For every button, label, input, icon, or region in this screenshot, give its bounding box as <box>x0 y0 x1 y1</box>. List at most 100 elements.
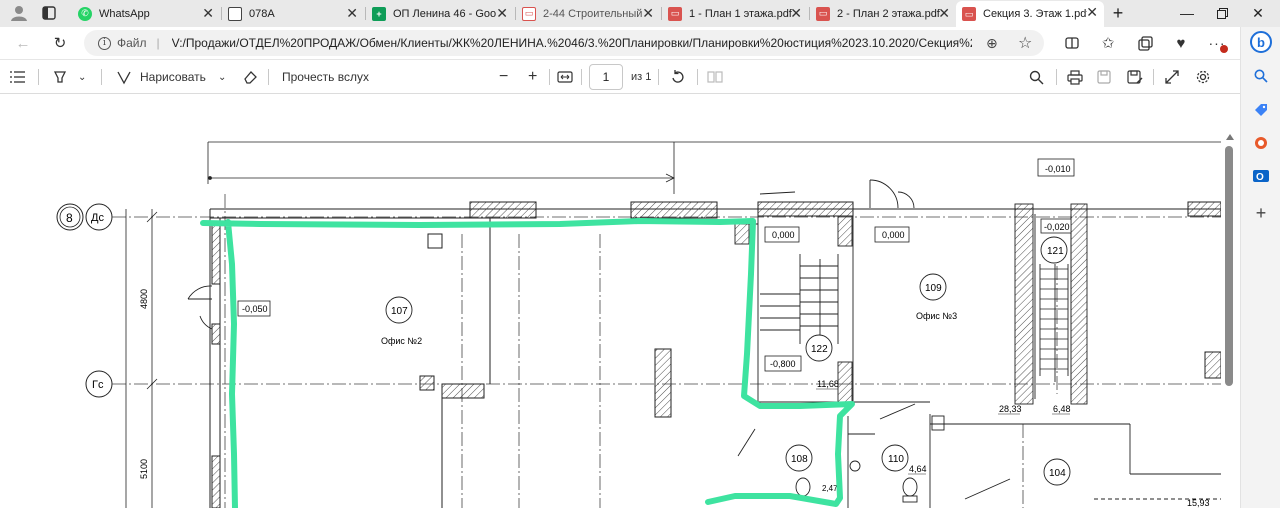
close-icon[interactable]: ✕ <box>642 5 654 21</box>
vertical-scrollbar[interactable] <box>1221 94 1240 508</box>
scroll-thumb[interactable] <box>1225 146 1233 386</box>
room-109-name: Офис №3 <box>916 311 957 321</box>
tab-2-44[interactable]: ▭ 2-44 Строительный ✕ <box>516 2 660 25</box>
area-121: 6,48 <box>1053 404 1071 414</box>
area-110: 4,64 <box>909 464 927 474</box>
office-icon[interactable] <box>1250 132 1272 154</box>
rotate-icon[interactable] <box>670 68 686 86</box>
pdf-toolbar: ⌄ Нарисовать ⌄ Прочесть вслух − + 1 из 1 <box>0 59 1240 94</box>
navigation-bar: ← ↻ i Файл | V:/Продажи/ОТДЕЛ%20ПРОДАЖ/О… <box>0 27 1240 59</box>
tag-icon[interactable] <box>1250 99 1272 121</box>
workspaces-icon[interactable] <box>38 3 60 23</box>
draw-label: Нарисовать <box>140 70 206 84</box>
split-screen-icon[interactable] <box>1061 33 1083 53</box>
refresh-icon[interactable]: ↻ <box>49 33 71 53</box>
search-icon[interactable] <box>1029 68 1044 86</box>
tab-plan-1[interactable]: ▭ 1 - План 1 этажа.pdf ✕ <box>662 2 808 25</box>
tab-label: WhatsApp <box>99 7 150 20</box>
document-icon <box>228 6 242 21</box>
chevron-down-icon[interactable]: ⌄ <box>78 68 86 86</box>
sheets-icon: + <box>372 6 386 21</box>
svg-text:O: O <box>1256 172 1264 183</box>
browser-essentials-icon[interactable]: ♥ <box>1170 33 1192 53</box>
tab-label: 2-44 Строительный <box>543 7 643 20</box>
print-icon[interactable] <box>1067 68 1083 86</box>
area-108: 2,47 <box>822 484 838 493</box>
new-tab-icon[interactable]: + <box>1107 3 1129 23</box>
tab-label: 078A <box>249 7 275 20</box>
search-icon[interactable] <box>1250 65 1272 87</box>
tab-label: 2 - План 2 этажа.pdf <box>837 7 940 20</box>
close-icon[interactable]: ✕ <box>202 5 214 21</box>
save-icon[interactable] <box>1097 68 1111 86</box>
fullscreen-icon[interactable] <box>1165 68 1179 86</box>
settings-gear-icon[interactable] <box>1195 68 1211 86</box>
scroll-up-icon[interactable] <box>1226 134 1234 140</box>
close-icon[interactable]: ✕ <box>790 5 802 21</box>
freehand-highlight[interactable] <box>200 218 855 508</box>
back-icon[interactable]: ← <box>12 33 34 53</box>
page-view-icon[interactable] <box>707 68 723 86</box>
add-icon[interactable]: + <box>1250 202 1272 224</box>
favorites-icon[interactable]: ✩ <box>1097 33 1119 53</box>
zoom-in-icon[interactable]: + <box>528 68 537 86</box>
tab-whatsapp[interactable]: ✆ WhatsApp ✕ <box>72 2 220 25</box>
chevron-down-icon[interactable]: ⌄ <box>218 68 226 86</box>
more-menu-icon[interactable]: ··· <box>1206 33 1228 53</box>
contents-icon[interactable] <box>10 68 26 86</box>
read-aloud-label: Прочесть вслух <box>282 70 369 84</box>
fit-width-icon[interactable] <box>557 68 573 86</box>
axis-markers: 8 Дс Гс <box>56 203 113 398</box>
tab-label: Секция 3. Этаж 1.pdf <box>983 8 1087 20</box>
pdf-viewer[interactable]: 8 Дс Гс 4800 5100 -0,050 0,000 0,000 -0,… <box>0 94 1221 508</box>
address-bar[interactable]: i Файл | V:/Продажи/ОТДЕЛ%20ПРОДАЖ/Обмен… <box>84 30 1044 56</box>
info-icon[interactable]: i <box>98 36 111 50</box>
axis-gs-label: Гс <box>92 379 104 391</box>
level-m0800: -0,800 <box>770 359 796 369</box>
profile-avatar-icon[interactable] <box>8 3 30 23</box>
collections-icon[interactable] <box>1134 33 1156 53</box>
pdf-icon: ▭ <box>522 6 536 21</box>
tab-op-lenina[interactable]: + ОП Ленина 46 - Goo ✕ <box>366 2 514 25</box>
close-window-icon[interactable]: ✕ <box>1243 4 1273 22</box>
minimize-icon[interactable]: — <box>1172 4 1202 22</box>
close-icon[interactable]: ✕ <box>1086 4 1098 20</box>
tab-078a[interactable]: 078A ✕ <box>222 2 364 25</box>
tab-section-3[interactable]: ▭ Секция 3. Этаж 1.pdf ✕ <box>956 1 1104 27</box>
highlight-icon[interactable] <box>52 68 68 86</box>
tab-label: 1 - План 1 этажа.pdf <box>689 7 792 20</box>
room-104-number: 104 <box>1049 468 1066 479</box>
restore-icon[interactable] <box>1207 4 1237 22</box>
area-109: 28,33 <box>999 404 1022 414</box>
close-icon[interactable]: ✕ <box>938 5 950 21</box>
save-as-icon[interactable] <box>1127 68 1143 86</box>
tab-strip: ✆ WhatsApp ✕ 078A ✕ + ОП Ленина 46 - Goo… <box>0 0 1280 27</box>
tab-plan-2[interactable]: ▭ 2 - План 2 этажа.pdf ✕ <box>810 2 956 25</box>
room-107-number: 107 <box>391 306 408 317</box>
pdf-icon: ▭ <box>668 6 682 21</box>
draw-button[interactable]: Нарисовать <box>116 68 206 86</box>
area-104: 15,93 <box>1187 498 1210 508</box>
favorite-star-icon[interactable]: ☆ <box>1018 33 1032 53</box>
read-aloud-button[interactable]: Прочесть вслух <box>282 68 369 86</box>
zoom-icon[interactable]: ⊕ <box>986 35 998 52</box>
eraser-icon[interactable] <box>242 68 258 86</box>
room-121-number: 121 <box>1047 246 1064 257</box>
page-number-input[interactable]: 1 <box>589 64 623 90</box>
close-icon[interactable]: ✕ <box>496 5 508 21</box>
outlook-icon[interactable]: O <box>1250 165 1272 187</box>
copilot-icon[interactable]: b <box>1250 31 1272 53</box>
level-0000-a: 0,000 <box>772 230 795 240</box>
pdf-icon: ▭ <box>816 6 830 21</box>
zoom-out-icon[interactable]: − <box>499 68 508 86</box>
close-icon[interactable]: ✕ <box>346 5 358 21</box>
edge-sidebar: b O + <box>1240 27 1280 508</box>
room-107-name: Офис №2 <box>381 336 422 346</box>
room-108-number: 108 <box>791 454 808 465</box>
whatsapp-icon: ✆ <box>78 6 92 21</box>
axis-ds-label: Дс <box>91 212 104 224</box>
pdf-icon: ▭ <box>962 7 976 21</box>
url-text[interactable]: V:/Продажи/ОТДЕЛ%20ПРОДАЖ/Обмен/Клиенты/… <box>172 36 972 50</box>
level-m050: -0,050 <box>242 304 268 314</box>
dimension-5100: 5100 <box>139 459 149 479</box>
